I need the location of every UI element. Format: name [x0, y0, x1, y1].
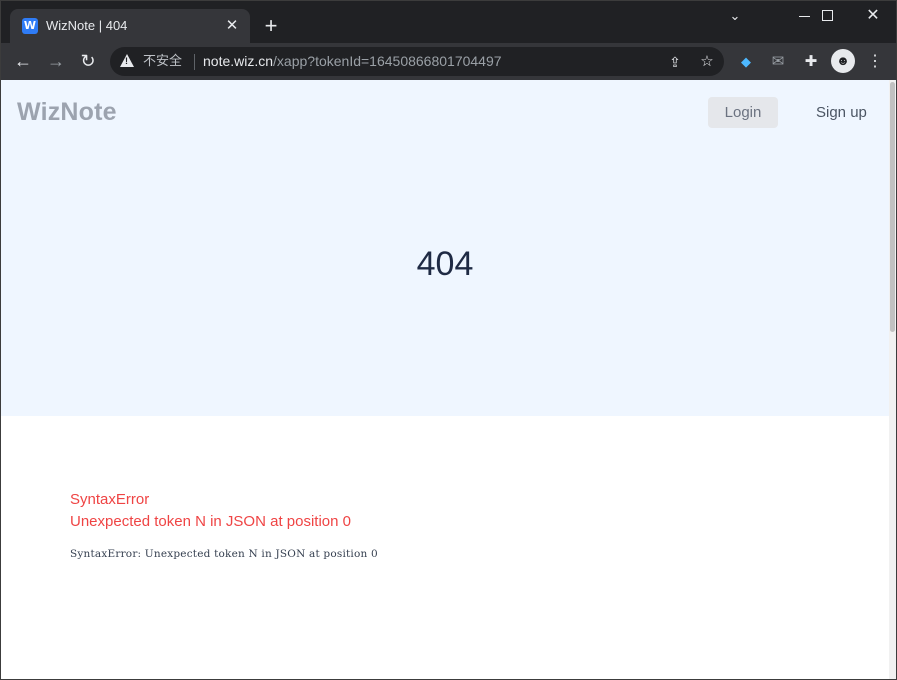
tab-close-icon[interactable]: ✕	[222, 16, 242, 36]
url-path: /xapp?tokenId=16450866801704497	[273, 53, 502, 69]
back-arrow-icon[interactable]: ←	[11, 49, 35, 73]
signup-link[interactable]: Sign up	[816, 97, 867, 128]
page-scrollbar[interactable]	[889, 80, 896, 679]
puzzle-icon[interactable]: ✚	[799, 50, 823, 74]
wiznote-logo[interactable]: WizNote	[17, 96, 117, 128]
browser-window: W WizNote | 404 ✕ + ⌄ ✕ ← → ↻ 不安全 note.w…	[0, 0, 897, 680]
forward-arrow-icon[interactable]: →	[44, 49, 68, 73]
profile-avatar-icon[interactable]: ☻	[831, 49, 855, 73]
new-tab-button[interactable]: +	[259, 14, 283, 38]
error-message: Unexpected token N in JSON at position 0	[70, 513, 351, 530]
warning-triangle-icon[interactable]	[120, 54, 134, 67]
hero-section: WizNote Login Sign up 404	[1, 80, 889, 416]
share-icon[interactable]: ⇪	[664, 51, 686, 73]
address-divider	[194, 54, 195, 70]
mail-icon[interactable]: ✉	[766, 50, 790, 74]
security-status-label[interactable]: 不安全	[143, 54, 182, 70]
tab-title: WizNote | 404	[46, 18, 128, 33]
error-name: SyntaxError	[70, 491, 150, 508]
wiznote-favicon-icon: W	[22, 18, 38, 34]
status-code-heading: 404	[416, 245, 474, 283]
tab-search-chevron-icon[interactable]: ⌄	[712, 1, 758, 31]
kebab-menu-icon[interactable]: ⋮	[863, 50, 887, 74]
reload-icon[interactable]: ↻	[76, 49, 100, 73]
gem-extension-icon[interactable]: ◆	[734, 50, 758, 74]
url-text[interactable]: note.wiz.cn/xapp?tokenId=164508668017044…	[203, 53, 502, 70]
star-icon[interactable]: ☆	[696, 51, 718, 73]
login-button[interactable]: Login	[708, 97, 778, 128]
page-content: WizNote Login Sign up 404 SyntaxError Un…	[1, 80, 896, 679]
maximize-button[interactable]	[804, 1, 850, 31]
tab-strip: W WizNote | 404 ✕ + ⌄ ✕	[1, 1, 896, 43]
browser-toolbar: ← → ↻ 不安全 note.wiz.cn/xapp?tokenId=16450…	[1, 43, 896, 80]
error-stack-trace: SyntaxError: Unexpected token N in JSON …	[70, 548, 378, 560]
address-bar[interactable]: 不安全 note.wiz.cn/xapp?tokenId=16450866801…	[110, 47, 724, 76]
url-host: note.wiz.cn	[203, 53, 274, 69]
tab-wiznote[interactable]: W WizNote | 404 ✕	[10, 9, 250, 43]
scrollbar-thumb[interactable]	[890, 82, 895, 332]
window-close-button[interactable]: ✕	[850, 1, 896, 31]
